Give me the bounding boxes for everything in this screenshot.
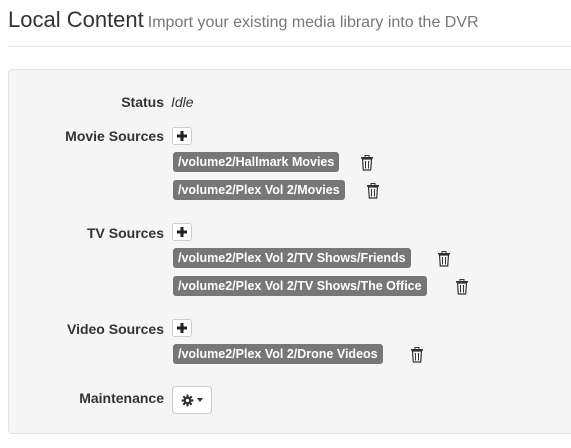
tv-source-path-1: /volume2/Plex Vol 2/TV Shows/Friends [173, 248, 411, 268]
chevron-down-icon [197, 398, 203, 402]
video-sources-label: Video Sources [66, 321, 164, 337]
local-content-page: Local Content Import your existing media … [0, 0, 571, 448]
trash-icon[interactable] [360, 155, 374, 171]
gear-icon [181, 394, 194, 406]
movie-source-path-1: /volume2/Hallmark Movies [173, 152, 340, 172]
trash-icon[interactable] [437, 251, 451, 267]
page-header: Local Content Import your existing media … [8, 6, 571, 47]
video-source-path-1: /volume2/Plex Vol 2/Drone Videos [173, 344, 383, 364]
tv-source-path-2: /volume2/Plex Vol 2/TV Shows/The Office [173, 276, 427, 296]
status-label: Status [121, 94, 164, 110]
movie-sources-label: Movie Sources [65, 128, 164, 144]
page-subtitle: Import your existing media library into … [147, 14, 479, 31]
trash-icon[interactable] [455, 279, 469, 295]
maintenance-menu-button[interactable] [172, 386, 212, 414]
trash-icon[interactable] [410, 347, 424, 363]
movie-source-path-2: /volume2/Plex Vol 2/Movies [173, 180, 345, 200]
add-video-source-button[interactable] [172, 319, 192, 337]
maintenance-label: Maintenance [79, 390, 164, 406]
tv-sources-label: TV Sources [86, 225, 164, 241]
settings-panel: Status Idle Movie Sources /volume2/Hallm… [8, 69, 571, 434]
add-movie-source-button[interactable] [172, 127, 192, 145]
page-title: Local Content [8, 7, 144, 32]
plus-icon [177, 323, 187, 333]
plus-icon [177, 227, 187, 237]
add-tv-source-button[interactable] [172, 223, 192, 241]
trash-icon[interactable] [366, 183, 380, 199]
status-value: Idle [171, 94, 194, 110]
plus-icon [177, 131, 187, 141]
